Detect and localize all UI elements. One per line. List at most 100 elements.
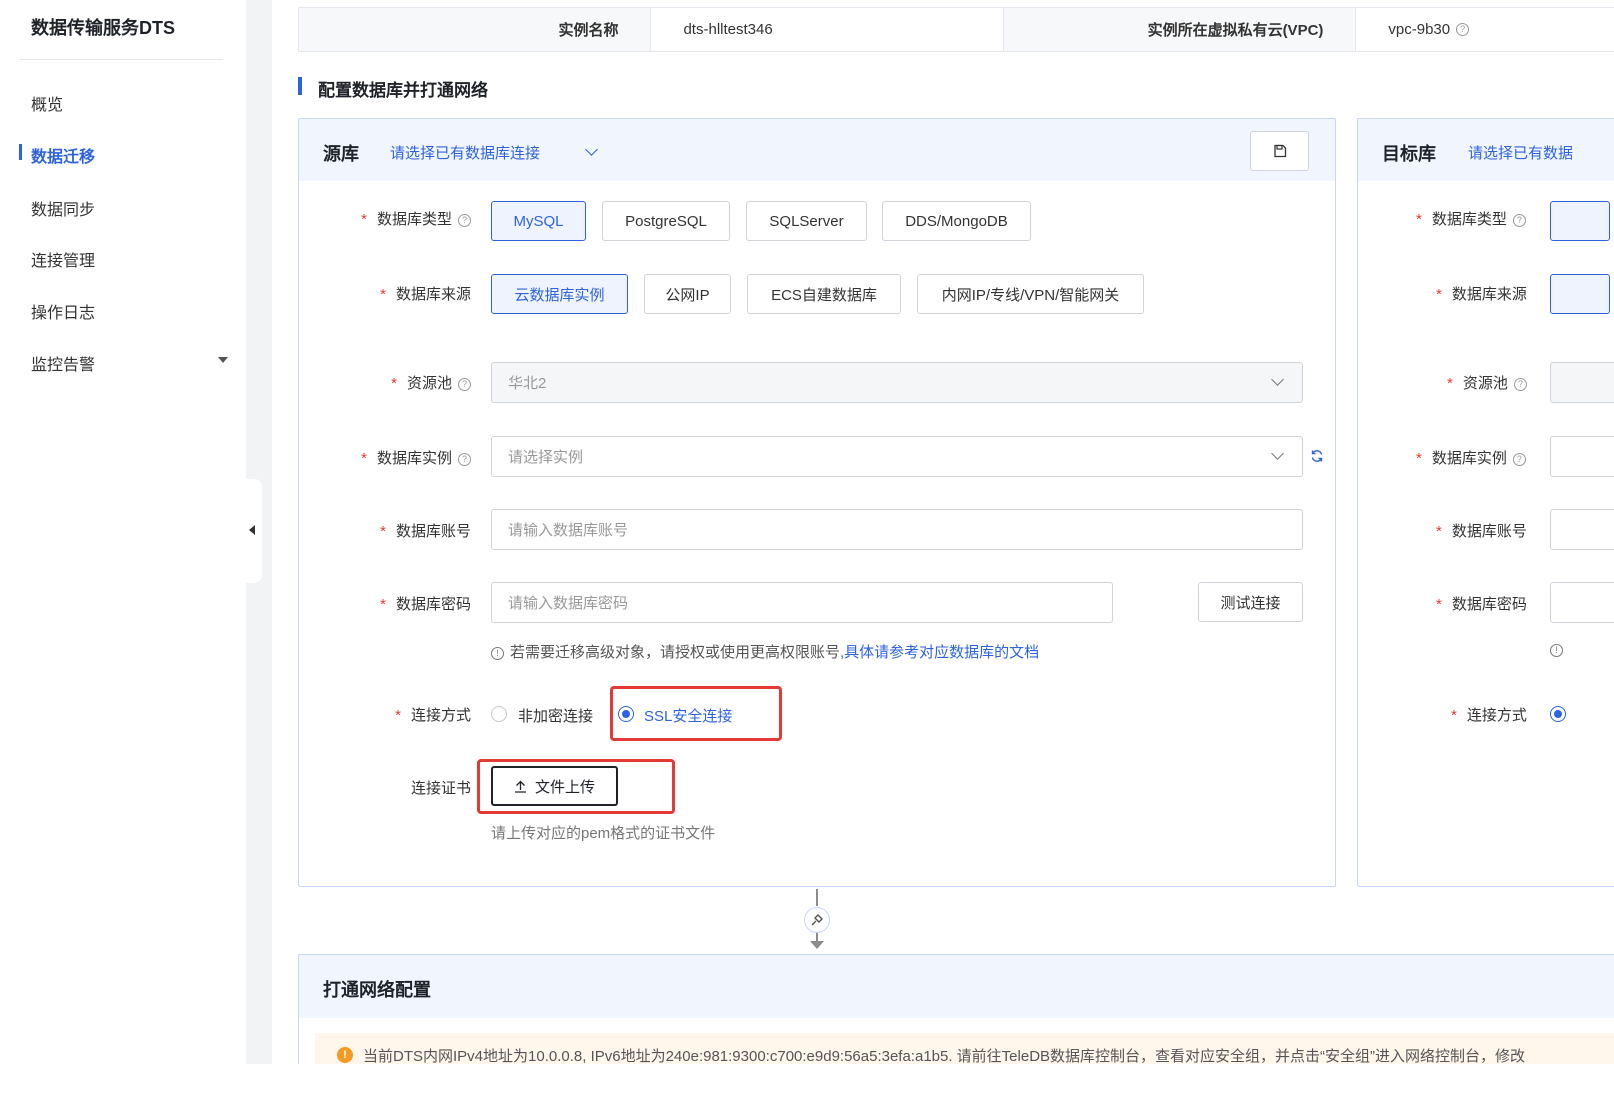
sidebar-item-migration[interactable]: 数据迁移: [31, 143, 95, 167]
db-type-sqlserver[interactable]: SQLServer: [746, 201, 867, 241]
plug-icon: [804, 907, 830, 933]
target-db-type-option[interactable]: [1550, 201, 1610, 241]
target-account-input[interactable]: [1550, 509, 1614, 550]
help-icon[interactable]: ?: [1512, 214, 1526, 227]
source-panel-header: 源库 请选择已有数据库连接: [299, 119, 1335, 181]
unencrypted-label[interactable]: 非加密连接: [518, 705, 593, 726]
db-source-ecs[interactable]: ECS自建数据库: [747, 274, 901, 314]
radio-unencrypted[interactable]: [491, 706, 507, 722]
sidebar: 数据传输服务DTS 概览 数据迁移 数据同步 连接管理 操作日志 监控告警: [0, 0, 246, 1113]
source-title: 源库: [323, 144, 359, 164]
account-input[interactable]: 请输入数据库账号: [491, 509, 1303, 550]
instance-select[interactable]: 请选择实例: [491, 436, 1303, 477]
help-icon[interactable]: ?: [1512, 453, 1526, 466]
help-icon[interactable]: ?: [458, 378, 471, 391]
vpc-label: 实例所在虚拟私有云(VPC): [1003, 8, 1357, 51]
target-db-source-label-text: 数据库来源: [1451, 286, 1527, 303]
target-password-label-text: 数据库密码: [1451, 596, 1527, 613]
info-icon: !: [1550, 644, 1563, 657]
cert-hint: 请上传对应的pem格式的证书文件: [491, 825, 716, 842]
network-panel-header: 打通网络配置: [299, 955, 1614, 1018]
db-type-mongodb[interactable]: DDS/MongoDB: [882, 201, 1031, 241]
save-connection-button[interactable]: [1250, 131, 1309, 171]
target-db-source-option[interactable]: [1550, 274, 1610, 314]
instance-placeholder: 请选择实例: [508, 449, 584, 466]
target-db-source-label: * 数据库来源: [1436, 286, 1527, 303]
db-source-label-text: 数据库来源: [395, 286, 471, 303]
db-type-mysql[interactable]: MySQL: [491, 201, 586, 241]
sidebar-collapse-toggle[interactable]: [246, 479, 262, 583]
target-connection-select[interactable]: 请选择已有数据: [1468, 142, 1573, 163]
db-source-intranet[interactable]: 内网IP/专线/VPN/智能网关: [917, 274, 1144, 314]
target-panel: 目标库 请选择已有数据 * 数据库类型? * 数据库来源 * 资源池? * 数据库实例?…: [1357, 118, 1614, 887]
target-account-label: * 数据库账号: [1436, 523, 1527, 540]
target-account-label-text: 数据库账号: [1451, 523, 1527, 540]
brand-divider: [20, 59, 223, 60]
target-panel-header: 目标库 请选择已有数据: [1358, 119, 1614, 181]
target-instance-label: * 数据库实例?: [1416, 447, 1526, 468]
db-source-label: * 数据库来源: [380, 286, 471, 303]
account-label-text: 数据库账号: [395, 523, 471, 540]
sidebar-item-overview[interactable]: 概览: [31, 91, 63, 115]
target-conn-label: * 连接方式: [1451, 707, 1527, 724]
network-warning: ! 当前DTS内网IPv4地址为10.0.0.8, IPv6地址为240e:98…: [315, 1033, 1614, 1064]
instance-name-label: 实例名称: [299, 8, 652, 51]
db-source-public-ip[interactable]: 公网IP: [644, 274, 731, 314]
help-icon[interactable]: ?: [1513, 378, 1527, 391]
sidebar-item-sync[interactable]: 数据同步: [31, 196, 95, 220]
bottom-strip: [246, 1064, 1614, 1113]
target-instance-select[interactable]: [1550, 436, 1614, 477]
tip-text: 若需要迁移高级对象，请授权或使用更高权限账号: [510, 644, 841, 661]
instance-info-row: 实例名称 dts-hlltest346 实例所在虚拟私有云(VPC) vpc-9…: [298, 7, 1614, 52]
test-connection-button[interactable]: 测试连接: [1198, 582, 1303, 622]
target-permission-tip: !: [1550, 641, 1569, 658]
chevron-down-icon: [1271, 447, 1284, 460]
pool-label-text: 资源池: [406, 375, 452, 392]
conn-label: * 连接方式: [395, 707, 471, 724]
main-content: 实例名称 dts-hlltest346 实例所在虚拟私有云(VPC) vpc-9…: [272, 0, 1614, 1064]
help-icon[interactable]: ?: [458, 453, 471, 466]
vpc-value-text: vpc-9b30: [1388, 21, 1451, 38]
password-label: * 数据库密码: [380, 596, 471, 613]
refresh-icon[interactable]: [1310, 449, 1324, 463]
target-pool-select[interactable]: [1550, 362, 1614, 403]
target-conn-label-text: 连接方式: [1466, 707, 1527, 724]
network-title: 打通网络配置: [323, 980, 431, 1000]
sidebar-item-monitoring[interactable]: 监控告警: [31, 351, 95, 375]
help-icon[interactable]: ?: [1456, 23, 1470, 36]
db-type-label: * 数据库类型?: [361, 208, 471, 229]
pool-value: 华北2: [508, 375, 547, 392]
connector-line-bottom: [816, 933, 818, 941]
docs-link[interactable]: ,具体请参考对应数据库的文档: [840, 644, 1039, 661]
db-source-cloud[interactable]: 云数据库实例: [491, 274, 628, 314]
conn-label-text: 连接方式: [410, 707, 471, 724]
cert-label: 连接证书: [410, 780, 471, 797]
target-title: 目标库: [1382, 144, 1436, 164]
target-pool-label: * 资源池?: [1447, 372, 1527, 393]
warning-icon: !: [337, 1047, 353, 1063]
target-password-input[interactable]: [1550, 582, 1614, 623]
account-label: * 数据库账号: [380, 523, 471, 540]
source-panel: 源库 请选择已有数据库连接 * 数据库类型? MySQL PostgreSQL S…: [298, 118, 1336, 887]
db-type-postgresql[interactable]: PostgreSQL: [602, 201, 730, 241]
password-label-text: 数据库密码: [395, 596, 471, 613]
ssl-highlight: [610, 686, 782, 741]
target-db-type-label-text: 数据库类型: [1431, 211, 1507, 228]
source-connection-select[interactable]: 请选择已有数据库连接: [390, 142, 540, 163]
caret-down-icon[interactable]: [218, 357, 228, 363]
save-icon: [1273, 144, 1286, 158]
help-icon[interactable]: ?: [458, 214, 471, 227]
chevron-down-icon[interactable]: [585, 143, 598, 156]
target-password-label: * 数据库密码: [1436, 596, 1527, 613]
vpc-value: vpc-9b30 ?: [1356, 8, 1614, 51]
sidebar-item-connections[interactable]: 连接管理: [31, 247, 95, 271]
chevron-down-icon: [1271, 373, 1284, 386]
sidebar-item-logs[interactable]: 操作日志: [31, 299, 95, 323]
info-icon: !: [491, 647, 504, 660]
password-input[interactable]: 请输入数据库密码: [491, 582, 1113, 623]
account-placeholder: 请输入数据库账号: [508, 522, 629, 539]
pool-select[interactable]: 华北2: [491, 362, 1303, 403]
target-radio-ssl[interactable]: [1550, 706, 1566, 722]
instance-label-text: 数据库实例: [376, 450, 452, 467]
upload-highlight: [477, 759, 675, 814]
